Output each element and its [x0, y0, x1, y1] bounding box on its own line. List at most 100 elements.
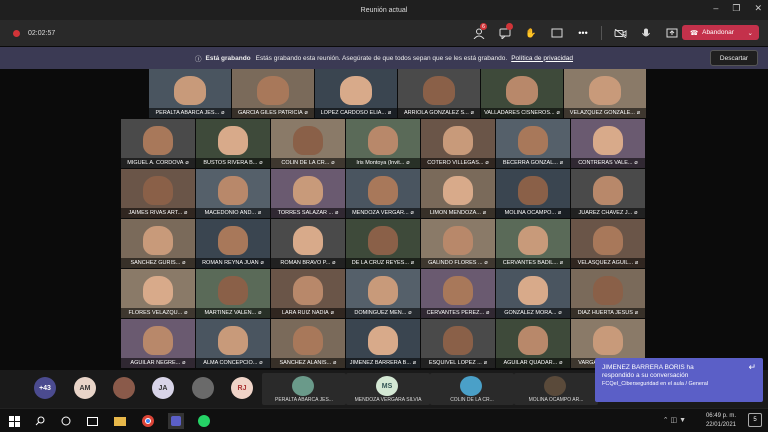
file-explorer-icon[interactable] — [112, 413, 128, 429]
reply-icon[interactable]: ↵ — [748, 363, 756, 372]
participant-tile[interactable]: MACEDONIO AND... ⌀ — [196, 169, 270, 218]
participant-tile[interactable]: AGUILAR QUADAR... ⌀ — [496, 319, 570, 368]
participant-tile[interactable]: ROMAN BRAVO P... ⌀ — [271, 219, 345, 268]
participant-face — [368, 125, 398, 156]
participant-tile[interactable]: SANCHEZ ALANIS... ⌀ — [271, 319, 345, 368]
mic-muted-icon: ⌀ — [412, 360, 417, 366]
participant-tile[interactable]: MARTINEZ VALEN... ⌀ — [196, 269, 270, 318]
taskbar-clock[interactable]: 06:49 p. m. 22/01/2021 — [706, 412, 736, 430]
teams-icon[interactable] — [168, 413, 184, 429]
participant-face — [505, 75, 539, 106]
participant-tile[interactable]: ROMAN REYNA JUAN ⌀ — [196, 219, 270, 268]
participant-tile[interactable]: COLIN DE LA CR... ⌀ — [271, 119, 345, 168]
mic-muted-icon: ⌀ — [406, 160, 410, 166]
tile-label-bar: CONTRERAS VALE... ⌀ — [571, 158, 645, 168]
share-button[interactable] — [664, 25, 680, 41]
participant-tile[interactable]: FLORES VELAZQU... ⌀ — [121, 269, 195, 318]
avatar[interactable]: JA — [152, 377, 174, 399]
participant-tile[interactable]: LOPEZ CARDOSO ELIA... ⌀ — [315, 69, 397, 118]
microphone-button[interactable] — [638, 25, 654, 41]
participant-tile[interactable]: CERVANTES BADIL... ⌀ — [496, 219, 570, 268]
participant-tile[interactable]: PERALTA ABARCA JES... ⌀ — [149, 69, 231, 118]
participants-button[interactable]: 6 — [471, 23, 487, 41]
participant-name: PERALTA ABARCA JES... — [275, 397, 333, 403]
privacy-policy-link[interactable]: Política de privacidad — [511, 55, 573, 62]
chrome-icon[interactable] — [140, 413, 156, 429]
participant-tile[interactable]: JAIMES RIVAS ART... ⌀ — [121, 169, 195, 218]
chat-notification[interactable]: JIMENEZ BARRERA BORIS ha respondido a su… — [595, 358, 763, 402]
participant-tile[interactable]: VALLADARES CISNEROS... ⌀ — [481, 69, 563, 118]
participant-face — [293, 275, 323, 306]
participant-tile[interactable]: LIMON MENDOZA... ⌀ — [421, 169, 495, 218]
maximize-icon[interactable]: ❐ — [732, 3, 740, 14]
search-icon[interactable] — [32, 413, 48, 429]
mic-muted-icon: ⌀ — [184, 310, 188, 316]
chat-button[interactable] — [497, 23, 513, 41]
participant-tile[interactable]: DOMINGUEZ MEN... ⌀ — [346, 269, 420, 318]
camera-button[interactable] — [612, 25, 628, 41]
system-tray-icons[interactable]: ⌃ ◫ ▼ — [663, 416, 686, 424]
minimize-icon[interactable]: – — [713, 3, 718, 14]
participant-tile[interactable]: GARCIA GILES PATRICIA ⌀ — [232, 69, 314, 118]
participant-tile[interactable]: SANCHEZ GURIS... ⌀ — [121, 219, 195, 268]
task-view-icon[interactable] — [58, 413, 74, 429]
mini-tile[interactable]: COLIN DE LA CR... — [430, 373, 514, 405]
mini-tile[interactable]: MS MENDOZA VERGARA SILVIA — [346, 373, 430, 405]
participant-tile[interactable]: GONZALEZ MORA... ⌀ — [496, 269, 570, 318]
notification-center-icon[interactable]: 5 — [748, 413, 762, 427]
participant-name: ARRIOLA GONZALEZ S... — [403, 110, 469, 116]
participant-tile[interactable]: JUAREZ CHAVEZ J... ⌀ — [571, 169, 645, 218]
avatar[interactable]: AM — [74, 377, 96, 399]
participant-tile[interactable]: DE LA CRUZ REYES... ⌀ — [346, 219, 420, 268]
avatar-photo — [544, 376, 566, 396]
participant-tile[interactable]: ARRIOLA GONZALEZ S... ⌀ — [398, 69, 480, 118]
camera-off-icon — [614, 28, 626, 38]
title-bar: Reunión actual – ❐ ✕ — [0, 0, 768, 20]
participant-tile[interactable]: BECERRA GONZAL... ⌀ — [496, 119, 570, 168]
hand-icon: ✋ — [525, 27, 537, 38]
participant-tile[interactable]: MIGUEL A. CORDOVA ⌀ — [121, 119, 195, 168]
tile-label-bar: JIMENEZ BARRERA B... ⌀ — [346, 358, 420, 368]
participant-tile[interactable]: AGUILAR NEGRE... ⌀ — [121, 319, 195, 368]
participant-tile[interactable]: CERVANTES PEREZ... ⌀ — [421, 269, 495, 318]
avatar-photo[interactable] — [192, 377, 214, 399]
close-icon[interactable]: ✕ — [754, 3, 762, 14]
whatsapp-icon[interactable] — [196, 413, 212, 429]
participant-tile[interactable]: VELAZQUEZ GONZALE... ⌀ — [564, 69, 646, 118]
participant-tile[interactable]: CONTRERAS VALE... ⌀ — [571, 119, 645, 168]
share-icon — [666, 28, 678, 38]
participant-tile[interactable]: BUSTOS RIVERA B... ⌀ — [196, 119, 270, 168]
participant-tile[interactable]: DIAZ HUERTA JESUS ⌀ — [571, 269, 645, 318]
mini-tile[interactable]: MOLINA OCAMPO AR... — [514, 373, 598, 405]
chevron-down-icon[interactable]: ⌄ — [748, 29, 753, 37]
cortana-icon[interactable] — [84, 413, 100, 429]
overflow-count-avatar[interactable]: +43 — [34, 377, 56, 399]
clock-date: 22/01/2021 — [705, 422, 736, 428]
participant-name: CERVANTES BADIL... — [502, 260, 558, 266]
participant-face — [218, 175, 248, 206]
dismiss-button[interactable]: Descartar — [710, 50, 758, 66]
rooms-button[interactable] — [549, 25, 565, 41]
participants-badge: 6 — [480, 23, 487, 30]
window-title: Reunión actual — [360, 6, 408, 14]
more-actions-button[interactable]: ••• — [575, 25, 591, 41]
participant-tile[interactable]: LARA RUIZ NADIA ⌀ — [271, 269, 345, 318]
participant-tile[interactable]: GALINDO FLORES ... ⌀ — [421, 219, 495, 268]
raise-hand-button[interactable]: ✋ — [523, 25, 539, 41]
participant-name: LARA RUIZ NADIA — [281, 310, 329, 316]
mini-tile[interactable]: PERALTA ABARCA JES... — [262, 373, 346, 405]
participant-tile[interactable]: JIMENEZ BARRERA B... ⌀ — [346, 319, 420, 368]
participant-tile[interactable]: COTERO VILLEGAS... ⌀ — [421, 119, 495, 168]
participant-tile[interactable]: Iris Montoya (Invit... ⌀ — [346, 119, 420, 168]
avatar[interactable]: RJ — [231, 377, 253, 399]
participant-tile[interactable]: MOLINA OCAMPO... ⌀ — [496, 169, 570, 218]
avatar-photo[interactable] — [113, 377, 135, 399]
leave-button[interactable]: ☎ Abandonar ⌄ — [682, 25, 759, 40]
windows-start-icon[interactable] — [6, 413, 22, 429]
participant-tile[interactable]: TORRES SALAZAR ... ⌀ — [271, 169, 345, 218]
participant-tile[interactable]: MENDOZA VERGAR... ⌀ — [346, 169, 420, 218]
chat-badge — [506, 23, 513, 30]
participant-tile[interactable]: ALMA CONCEPCIO... ⌀ — [196, 319, 270, 368]
participant-tile[interactable]: ESQUIVEL LOPEZ ... ⌀ — [421, 319, 495, 368]
participant-tile[interactable]: VELASQUEZ AGUIL... ⌀ — [571, 219, 645, 268]
